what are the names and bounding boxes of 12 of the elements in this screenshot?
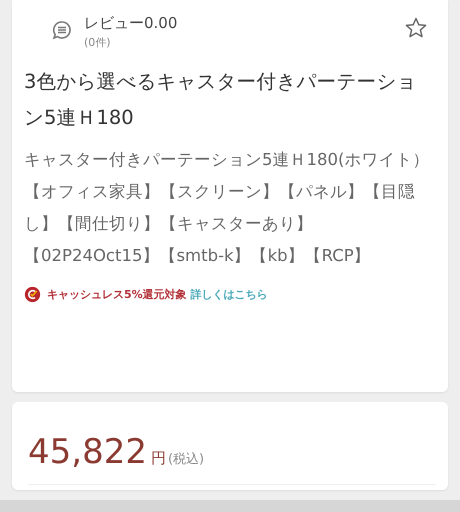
tax-note: (税込) bbox=[168, 451, 204, 468]
cashless-check-icon bbox=[24, 286, 41, 303]
review-count: (0件) bbox=[84, 35, 112, 50]
product-description: キャスター付きパーテーション5連Ｈ180(ホワイト）【オフィス家具】【スクリーン】【パネル】【目隠し】【間仕切り】【キャスターあり】【02P24Oct15】【smtb-k】【kb】【RCP】 bbox=[24, 149, 430, 267]
price-amount: 45,822 bbox=[28, 432, 147, 472]
cashless-note: キャッシュレス5%還元対象 詳しくはこちら bbox=[47, 287, 268, 302]
product-title: 3色から選べるキャスター付きパーテーション5連Ｈ180 bbox=[24, 69, 418, 131]
details-link[interactable]: 詳しくはこちら bbox=[190, 288, 268, 301]
star-icon[interactable] bbox=[404, 16, 428, 40]
review-score: レビュー0.00 bbox=[84, 14, 178, 33]
comment-icon bbox=[52, 20, 72, 40]
price-unit: 円 bbox=[150, 449, 166, 468]
